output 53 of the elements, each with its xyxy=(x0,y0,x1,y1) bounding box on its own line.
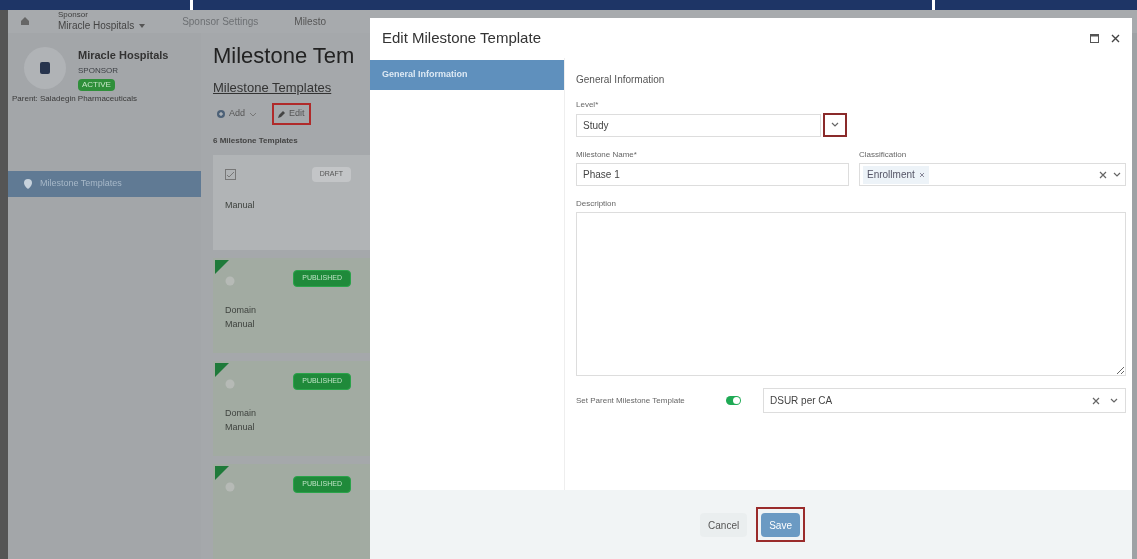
corner-flag-icon xyxy=(215,260,229,274)
field-label: Description xyxy=(576,198,617,210)
close-icon xyxy=(1111,33,1120,43)
sponsor-avatar-icon xyxy=(24,46,66,89)
map-pin-icon xyxy=(24,179,32,189)
toggle-switch[interactable] xyxy=(726,396,741,405)
level-select[interactable]: Study xyxy=(576,113,821,137)
card-text: Manual xyxy=(225,317,256,331)
corner-flag-icon xyxy=(215,466,229,480)
home-icon xyxy=(20,16,30,27)
clear-icon xyxy=(1091,395,1101,406)
status-badge: ACTIVE xyxy=(78,79,115,91)
corner-flag-icon xyxy=(215,363,229,377)
header-tab[interactable]: Milesto xyxy=(294,13,326,29)
maximize-button[interactable] xyxy=(1090,33,1099,43)
remove-icon xyxy=(918,171,925,178)
sponsor-dropdown[interactable]: Miracle Hospitals xyxy=(58,20,147,33)
parent-label: Parent: Saladegin Pharmaceuticals xyxy=(11,93,138,105)
tag-label: Enrollment xyxy=(867,168,915,182)
card-text: Manual xyxy=(225,198,256,212)
plus-circle-icon xyxy=(217,110,225,118)
classification-select[interactable]: Enrollment xyxy=(859,163,1126,186)
maximize-icon xyxy=(1090,33,1099,43)
edit-button[interactable]: Edit xyxy=(272,103,311,125)
sponsor-label: Sponsor xyxy=(58,10,89,20)
section-heading: General Information xyxy=(576,73,666,87)
add-button[interactable]: Add xyxy=(213,103,260,125)
sponsor-name: Miracle Hospitals xyxy=(78,47,169,63)
parent-template-select[interactable]: DSUR per CA xyxy=(763,388,1126,413)
breadcrumb-link[interactable]: Milestone Templates xyxy=(213,77,371,97)
pencil-icon xyxy=(278,110,285,118)
role-label: SPONSOR xyxy=(78,65,118,77)
page-title: Milestone Tem xyxy=(213,41,356,70)
select-value: DSUR per CA xyxy=(770,394,834,408)
clear-icon xyxy=(1098,169,1108,180)
field-label: Level* xyxy=(576,99,600,111)
close-button[interactable] xyxy=(1111,33,1120,43)
field-label: Milestone Name* xyxy=(576,149,638,161)
modal-title: Edit Milestone Template xyxy=(382,27,541,48)
modal-nav-item[interactable]: General Information xyxy=(370,60,564,90)
card-text: Manual xyxy=(225,420,256,434)
cancel-button[interactable]: Cancel xyxy=(700,513,748,538)
field-label: Classification xyxy=(859,149,908,161)
save-button[interactable]: Save xyxy=(761,513,800,538)
milestone-name-field[interactable]: Phase 1 xyxy=(576,163,849,186)
dropdown-button[interactable] xyxy=(823,113,847,137)
description-field[interactable] xyxy=(576,212,1126,376)
field-label: Set Parent Milestone Template xyxy=(576,394,686,407)
caret-icon xyxy=(249,110,256,118)
checkbox-icon xyxy=(225,168,236,180)
count-label: 6 Milestone Templates xyxy=(213,135,299,147)
card-text: Domain xyxy=(225,303,257,317)
card-text: Domain xyxy=(225,406,257,420)
